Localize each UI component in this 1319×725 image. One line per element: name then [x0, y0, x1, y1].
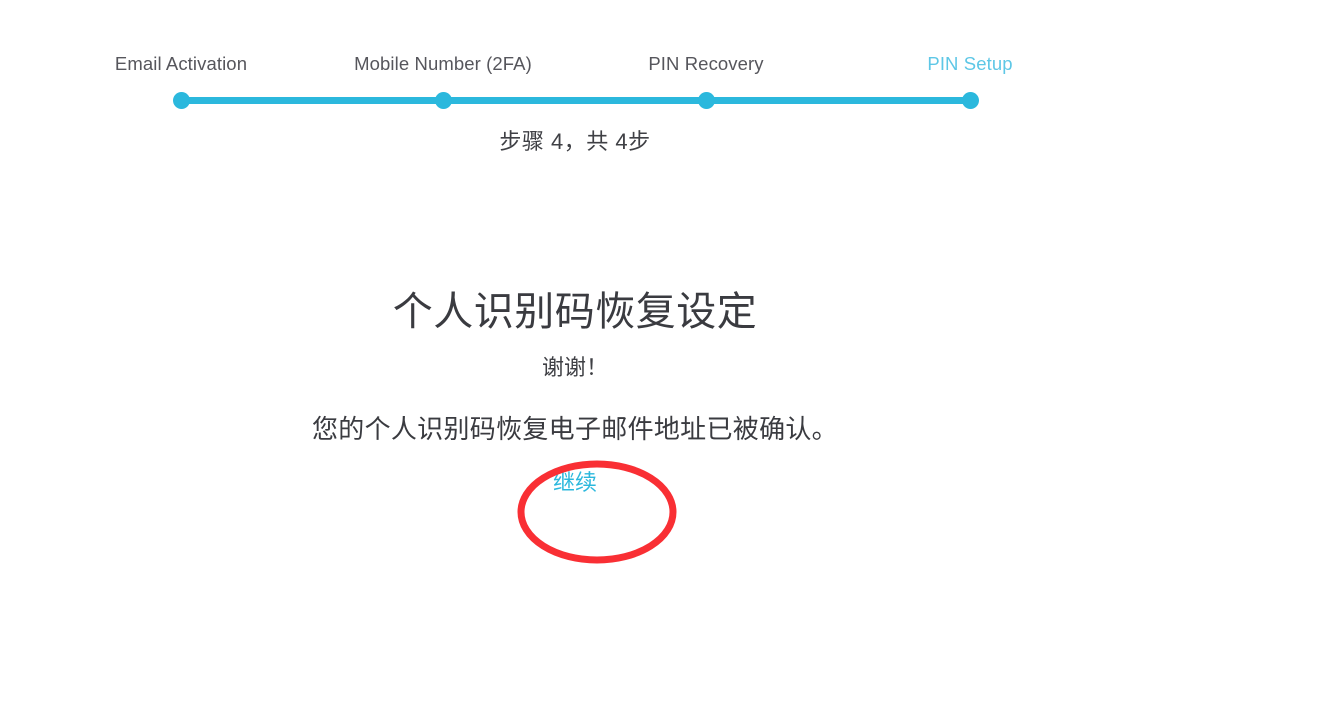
- stepper-label-pin-recovery: PIN Recovery: [648, 53, 764, 74]
- stepper-dot-email-activation: [172, 92, 190, 109]
- stepper-label-email-activation: Email Activation: [114, 53, 248, 74]
- stepper-dot-pin-setup: [961, 92, 979, 109]
- page-title: 个人识别码恢复设定: [392, 290, 758, 334]
- stepper-dot-pin-recovery: [697, 92, 715, 109]
- step-counter-text: 步骤 4，共 4步: [499, 129, 651, 154]
- stepper-label-pin-setup: PIN Setup: [927, 53, 1013, 74]
- stepper-labels: Email Activation Mobile Number (2FA) PIN…: [0, 52, 1319, 82]
- signup-progress-stepper: Email Activation Mobile Number (2FA) PIN…: [0, 0, 1319, 154]
- stepper-label-mobile-number: Mobile Number (2FA): [354, 53, 532, 74]
- thanks-message: 谢谢！: [541, 355, 608, 380]
- continue-link-row: 继续: [0, 468, 1150, 502]
- main-content: 个人识别码恢复设定 谢谢！ 您的个人识别码恢复电子邮件地址已被确认。 继续: [0, 285, 1150, 502]
- confirmation-message: 您的个人识别码恢复电子邮件地址已被确认。: [311, 414, 838, 444]
- stepper-track-line: [181, 97, 970, 104]
- continue-link[interactable]: 继续: [553, 470, 597, 495]
- stepper-dot-mobile-number: [434, 92, 452, 109]
- stepper-track: [0, 90, 1319, 112]
